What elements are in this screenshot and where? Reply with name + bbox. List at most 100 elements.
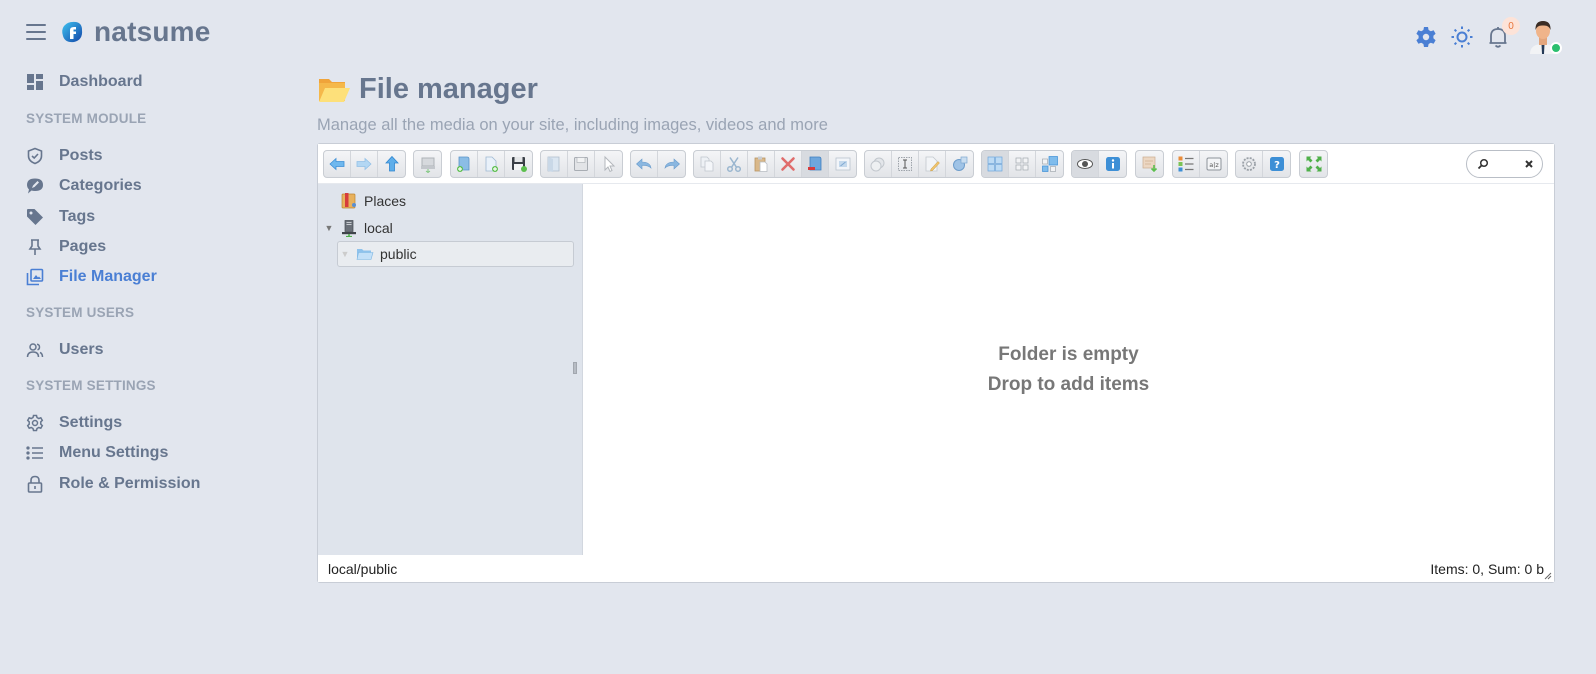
delete-button[interactable] — [775, 151, 802, 177]
sidebar-item-label: Posts — [59, 147, 103, 164]
sidebar-item-posts[interactable]: Posts — [26, 143, 103, 169]
toolbar-group-mount — [413, 150, 442, 178]
menu-toggle-icon[interactable] — [26, 24, 46, 40]
view-list-button[interactable] — [1173, 151, 1200, 177]
list-icon — [26, 444, 44, 462]
list-view-icon — [1178, 156, 1194, 172]
open-button[interactable] — [541, 151, 568, 177]
tree-resize-handle[interactable] — [573, 362, 577, 374]
sidebar-item-dashboard[interactable]: Dashboard — [26, 69, 143, 95]
arrow-left-icon — [329, 157, 345, 171]
redo-button[interactable] — [658, 151, 685, 177]
notifications-button[interactable]: 0 — [1484, 17, 1520, 51]
view-small-icons-button[interactable] — [1009, 151, 1036, 177]
help-icon: ? — [1269, 157, 1284, 171]
lock-icon — [26, 475, 44, 493]
expand-arrow-icon[interactable]: ▼ — [324, 223, 334, 233]
sidebar-item-label: Dashboard — [59, 73, 143, 90]
tree-item-local[interactable]: ▼ local — [324, 216, 393, 240]
shield-check-icon — [26, 147, 44, 165]
sidebar-item-file-manager[interactable]: File Manager — [26, 264, 157, 290]
sidebar-item-label: Menu Settings — [59, 444, 169, 461]
sidebar-item-role-permission[interactable]: Role & Permission — [26, 471, 200, 497]
grid-large-icon — [987, 156, 1003, 172]
save-button[interactable] — [568, 151, 595, 177]
tree-item-public[interactable]: ▼ public — [337, 241, 574, 267]
fullscreen-icon — [1306, 156, 1321, 172]
undo-button[interactable] — [631, 151, 658, 177]
toolbar-group-archive — [1135, 150, 1164, 178]
copy-button[interactable] — [694, 151, 721, 177]
undo-icon — [636, 158, 652, 170]
new-folder-button[interactable] — [451, 151, 478, 177]
archive-button[interactable] — [1136, 151, 1163, 177]
help-button[interactable]: ? — [1263, 151, 1290, 177]
select-button[interactable] — [595, 151, 622, 177]
clear-search-icon[interactable] — [1524, 159, 1534, 169]
user-avatar[interactable] — [1526, 18, 1562, 56]
grid-small-icon — [1015, 157, 1029, 171]
sidebar-item-tags[interactable]: Tags — [26, 204, 95, 230]
view-large-icons-button[interactable] — [982, 151, 1009, 177]
sidebar-item-label: Tags — [59, 208, 96, 225]
toolbar-group-file-ops — [864, 150, 974, 178]
sidebar-item-pages[interactable]: Pages — [26, 234, 106, 260]
sidebar-item-categories[interactable]: Categories — [26, 173, 142, 199]
sidebar-item-users[interactable]: Users — [26, 337, 103, 363]
settings-button[interactable] — [1412, 23, 1440, 51]
new-file-button[interactable] — [478, 151, 505, 177]
view-mixed-button[interactable] — [1036, 151, 1063, 177]
resize-grip-icon[interactable] — [1544, 572, 1552, 580]
fullscreen-button[interactable] — [1300, 151, 1327, 177]
toolbar-group-open — [540, 150, 623, 178]
eye-icon — [1077, 159, 1093, 169]
up-button[interactable] — [378, 151, 405, 177]
gear-icon — [1416, 27, 1436, 47]
search-input[interactable] — [1491, 157, 1522, 171]
resize-button[interactable] — [829, 151, 856, 177]
arrow-right-icon — [356, 157, 372, 171]
paste-button[interactable] — [748, 151, 775, 177]
sidebar-item-menu-settings[interactable]: Menu Settings — [26, 440, 168, 466]
preferences-button[interactable] — [1236, 151, 1263, 177]
sun-icon — [1451, 26, 1473, 48]
edit-button[interactable] — [919, 151, 946, 177]
new-folder-icon — [457, 156, 470, 172]
forward-button[interactable] — [351, 151, 378, 177]
tree-item-label: public — [380, 246, 417, 262]
upload-button[interactable] — [505, 151, 532, 177]
toolbar-group-edit — [693, 150, 857, 178]
empty-folder-button[interactable] — [802, 151, 829, 177]
expand-arrow-icon[interactable]: ▼ — [340, 249, 350, 259]
toolbar-group-fullscreen — [1299, 150, 1328, 178]
theme-toggle-button[interactable] — [1448, 23, 1476, 51]
users-icon — [26, 341, 44, 359]
online-status-dot — [1550, 42, 1562, 54]
brand-name: natsume — [94, 16, 211, 47]
info-button[interactable] — [1099, 151, 1126, 177]
back-button[interactable] — [324, 151, 351, 177]
tag-icon — [26, 208, 44, 226]
sidebar-item-label: Pages — [59, 238, 107, 255]
section-system-settings: SYSTEM SETTINGS — [26, 378, 156, 393]
tree-item-places[interactable]: Places — [324, 189, 406, 213]
cut-button[interactable] — [721, 151, 748, 177]
duplicate-button[interactable] — [865, 151, 892, 177]
rename-button[interactable] — [892, 151, 919, 177]
tree-item-label: Places — [364, 193, 407, 209]
file-list-area[interactable]: Folder is empty Drop to add items — [583, 184, 1554, 555]
preview-button[interactable] — [1072, 151, 1099, 177]
items-summary: Items: 0, Sum: 0 b — [1430, 560, 1544, 577]
new-file-icon — [485, 156, 498, 172]
sort-button[interactable]: a|z — [1200, 151, 1227, 177]
logo-icon — [62, 21, 83, 43]
network-mount-button[interactable] — [414, 151, 441, 177]
extract-icon — [952, 156, 967, 171]
extract-button[interactable] — [946, 151, 973, 177]
gear-icon — [1242, 157, 1256, 171]
chat-pencil-icon — [26, 177, 44, 195]
file-manager: a|z ? Places ▼ local ▼ public Folder is … — [317, 143, 1555, 583]
folder-tree: Places ▼ local ▼ public — [318, 184, 583, 555]
toolbar-group-list: a|z — [1172, 150, 1228, 178]
sidebar-item-settings[interactable]: Settings — [26, 410, 122, 436]
